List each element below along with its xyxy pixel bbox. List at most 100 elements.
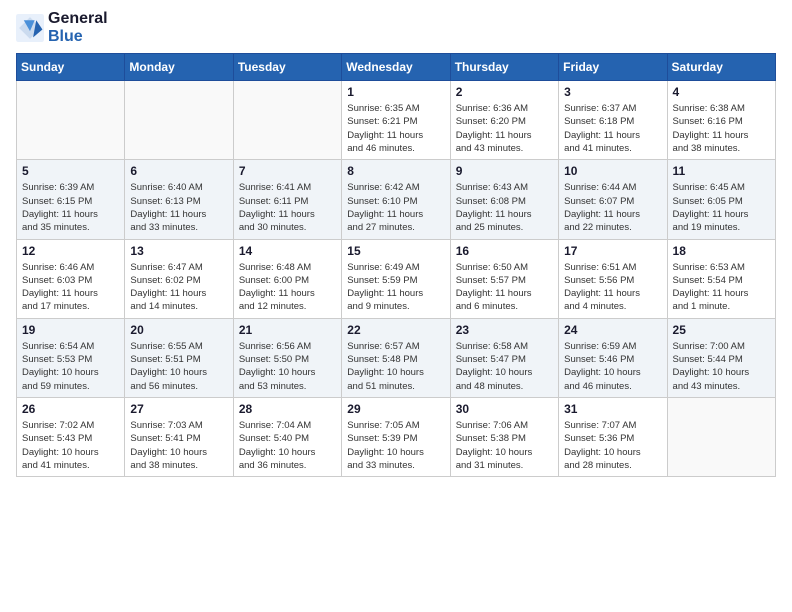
day-info: Sunrise: 6:51 AM Sunset: 5:56 PM Dayligh…: [564, 261, 661, 314]
calendar-cell: 29 Sunrise: 7:05 AM Sunset: 5:39 PM Dayli…: [342, 397, 450, 476]
calendar-cell: [17, 81, 125, 160]
day-number: 6: [130, 164, 227, 178]
day-info: Sunrise: 6:43 AM Sunset: 6:08 PM Dayligh…: [456, 181, 553, 234]
calendar-cell: [233, 81, 341, 160]
week-row-4: 26Sunrise: 7:02 AM Sunset: 5:43 PM Dayli…: [17, 397, 776, 476]
weekday-saturday: Saturday: [667, 54, 775, 81]
day-number: 2: [456, 85, 553, 99]
day-info: Sunrise: 6:58 AM Sunset: 5:47 PM Dayligh…: [456, 340, 553, 393]
header: General Blue: [16, 10, 776, 45]
calendar-cell: 18Sunrise: 6:53 AM Sunset: 5:54 PM Dayli…: [667, 239, 775, 318]
calendar-cell: 8Sunrise: 6:42 AM Sunset: 6:10 PM Daylig…: [342, 160, 450, 239]
day-number: 24: [564, 323, 661, 337]
day-number: 7: [239, 164, 336, 178]
week-row-0: 1 Sunrise: 6:35 AM Sunset: 6:21 PM Daylig…: [17, 81, 776, 160]
day-info: Sunrise: 6:40 AM Sunset: 6:13 PM Dayligh…: [130, 181, 227, 234]
calendar-cell: 5 Sunrise: 6:39 AM Sunset: 6:15 PM Daylig…: [17, 160, 125, 239]
calendar-cell: 2Sunrise: 6:36 AM Sunset: 6:20 PM Daylig…: [450, 81, 558, 160]
day-info: Sunrise: 6:39 AM Sunset: 6:15 PM Dayligh…: [22, 181, 119, 234]
calendar-cell: 19 Sunrise: 6:54 AM Sunset: 5:53 PM Dayli…: [17, 318, 125, 397]
calendar-cell: 12Sunrise: 6:46 AM Sunset: 6:03 PM Dayli…: [17, 239, 125, 318]
day-number: 5: [22, 164, 119, 178]
day-number: 17: [564, 244, 661, 258]
day-info: Sunrise: 6:57 AM Sunset: 5:48 PM Dayligh…: [347, 340, 444, 393]
day-number: 11: [673, 164, 770, 178]
day-number: 4: [673, 85, 770, 99]
day-info: Sunrise: 6:42 AM Sunset: 6:10 PM Dayligh…: [347, 181, 444, 234]
day-number: 30: [456, 402, 553, 416]
day-info: Sunrise: 7:07 AM Sunset: 5:36 PM Dayligh…: [564, 419, 661, 472]
week-row-3: 19 Sunrise: 6:54 AM Sunset: 5:53 PM Dayli…: [17, 318, 776, 397]
calendar-cell: 14 Sunrise: 6:48 AM Sunset: 6:00 PM Dayli…: [233, 239, 341, 318]
day-info: Sunrise: 6:50 AM Sunset: 5:57 PM Dayligh…: [456, 261, 553, 314]
calendar-table: SundayMondayTuesdayWednesdayThursdayFrid…: [16, 53, 776, 477]
day-number: 13: [130, 244, 227, 258]
weekday-tuesday: Tuesday: [233, 54, 341, 81]
calendar-cell: 23Sunrise: 6:58 AM Sunset: 5:47 PM Dayli…: [450, 318, 558, 397]
day-info: Sunrise: 6:35 AM Sunset: 6:21 PM Dayligh…: [347, 102, 444, 155]
weekday-friday: Friday: [559, 54, 667, 81]
day-number: 16: [456, 244, 553, 258]
day-info: Sunrise: 6:56 AM Sunset: 5:50 PM Dayligh…: [239, 340, 336, 393]
logo-icon: [16, 14, 44, 42]
calendar-cell: 6 Sunrise: 6:40 AM Sunset: 6:13 PM Daylig…: [125, 160, 233, 239]
calendar-cell: 7 Sunrise: 6:41 AM Sunset: 6:11 PM Daylig…: [233, 160, 341, 239]
calendar-cell: 17 Sunrise: 6:51 AM Sunset: 5:56 PM Dayli…: [559, 239, 667, 318]
day-number: 29: [347, 402, 444, 416]
day-info: Sunrise: 6:45 AM Sunset: 6:05 PM Dayligh…: [673, 181, 770, 234]
calendar-cell: 16 Sunrise: 6:50 AM Sunset: 5:57 PM Dayli…: [450, 239, 558, 318]
calendar-cell: 31 Sunrise: 7:07 AM Sunset: 5:36 PM Dayli…: [559, 397, 667, 476]
calendar-cell: 25 Sunrise: 7:00 AM Sunset: 5:44 PM Dayli…: [667, 318, 775, 397]
calendar-cell: 24 Sunrise: 6:59 AM Sunset: 5:46 PM Dayli…: [559, 318, 667, 397]
day-info: Sunrise: 6:54 AM Sunset: 5:53 PM Dayligh…: [22, 340, 119, 393]
calendar-cell: 9 Sunrise: 6:43 AM Sunset: 6:08 PM Daylig…: [450, 160, 558, 239]
calendar-cell: [125, 81, 233, 160]
calendar-cell: 15 Sunrise: 6:49 AM Sunset: 5:59 PM Dayli…: [342, 239, 450, 318]
day-info: Sunrise: 7:04 AM Sunset: 5:40 PM Dayligh…: [239, 419, 336, 472]
day-info: Sunrise: 6:55 AM Sunset: 5:51 PM Dayligh…: [130, 340, 227, 393]
day-number: 9: [456, 164, 553, 178]
weekday-monday: Monday: [125, 54, 233, 81]
week-row-1: 5 Sunrise: 6:39 AM Sunset: 6:15 PM Daylig…: [17, 160, 776, 239]
day-info: Sunrise: 6:47 AM Sunset: 6:02 PM Dayligh…: [130, 261, 227, 314]
calendar-cell: 26Sunrise: 7:02 AM Sunset: 5:43 PM Dayli…: [17, 397, 125, 476]
day-info: Sunrise: 7:03 AM Sunset: 5:41 PM Dayligh…: [130, 419, 227, 472]
day-number: 22: [347, 323, 444, 337]
day-number: 15: [347, 244, 444, 258]
day-info: Sunrise: 6:49 AM Sunset: 5:59 PM Dayligh…: [347, 261, 444, 314]
calendar-cell: 20 Sunrise: 6:55 AM Sunset: 5:51 PM Dayli…: [125, 318, 233, 397]
calendar-cell: 11 Sunrise: 6:45 AM Sunset: 6:05 PM Dayli…: [667, 160, 775, 239]
day-number: 20: [130, 323, 227, 337]
day-number: 12: [22, 244, 119, 258]
day-number: 25: [673, 323, 770, 337]
day-info: Sunrise: 7:05 AM Sunset: 5:39 PM Dayligh…: [347, 419, 444, 472]
page: General Blue SundayMondayTuesdayWednesda…: [0, 0, 792, 493]
day-info: Sunrise: 6:59 AM Sunset: 5:46 PM Dayligh…: [564, 340, 661, 393]
day-info: Sunrise: 6:53 AM Sunset: 5:54 PM Dayligh…: [673, 261, 770, 314]
day-number: 3: [564, 85, 661, 99]
day-info: Sunrise: 7:06 AM Sunset: 5:38 PM Dayligh…: [456, 419, 553, 472]
day-info: Sunrise: 6:44 AM Sunset: 6:07 PM Dayligh…: [564, 181, 661, 234]
calendar-cell: [667, 397, 775, 476]
day-info: Sunrise: 6:48 AM Sunset: 6:00 PM Dayligh…: [239, 261, 336, 314]
weekday-wednesday: Wednesday: [342, 54, 450, 81]
day-info: Sunrise: 7:02 AM Sunset: 5:43 PM Dayligh…: [22, 419, 119, 472]
calendar-cell: 4Sunrise: 6:38 AM Sunset: 6:16 PM Daylig…: [667, 81, 775, 160]
calendar-cell: 10Sunrise: 6:44 AM Sunset: 6:07 PM Dayli…: [559, 160, 667, 239]
day-info: Sunrise: 7:00 AM Sunset: 5:44 PM Dayligh…: [673, 340, 770, 393]
logo: General Blue: [16, 10, 108, 45]
calendar-cell: 13 Sunrise: 6:47 AM Sunset: 6:02 PM Dayli…: [125, 239, 233, 318]
calendar-cell: 22 Sunrise: 6:57 AM Sunset: 5:48 PM Dayli…: [342, 318, 450, 397]
calendar-cell: 3Sunrise: 6:37 AM Sunset: 6:18 PM Daylig…: [559, 81, 667, 160]
calendar-cell: 30 Sunrise: 7:06 AM Sunset: 5:38 PM Dayli…: [450, 397, 558, 476]
calendar-cell: 27 Sunrise: 7:03 AM Sunset: 5:41 PM Dayli…: [125, 397, 233, 476]
day-number: 31: [564, 402, 661, 416]
day-number: 27: [130, 402, 227, 416]
day-number: 14: [239, 244, 336, 258]
day-number: 19: [22, 323, 119, 337]
day-number: 28: [239, 402, 336, 416]
day-number: 21: [239, 323, 336, 337]
day-number: 1: [347, 85, 444, 99]
day-info: Sunrise: 6:41 AM Sunset: 6:11 PM Dayligh…: [239, 181, 336, 234]
calendar-cell: 28 Sunrise: 7:04 AM Sunset: 5:40 PM Dayli…: [233, 397, 341, 476]
